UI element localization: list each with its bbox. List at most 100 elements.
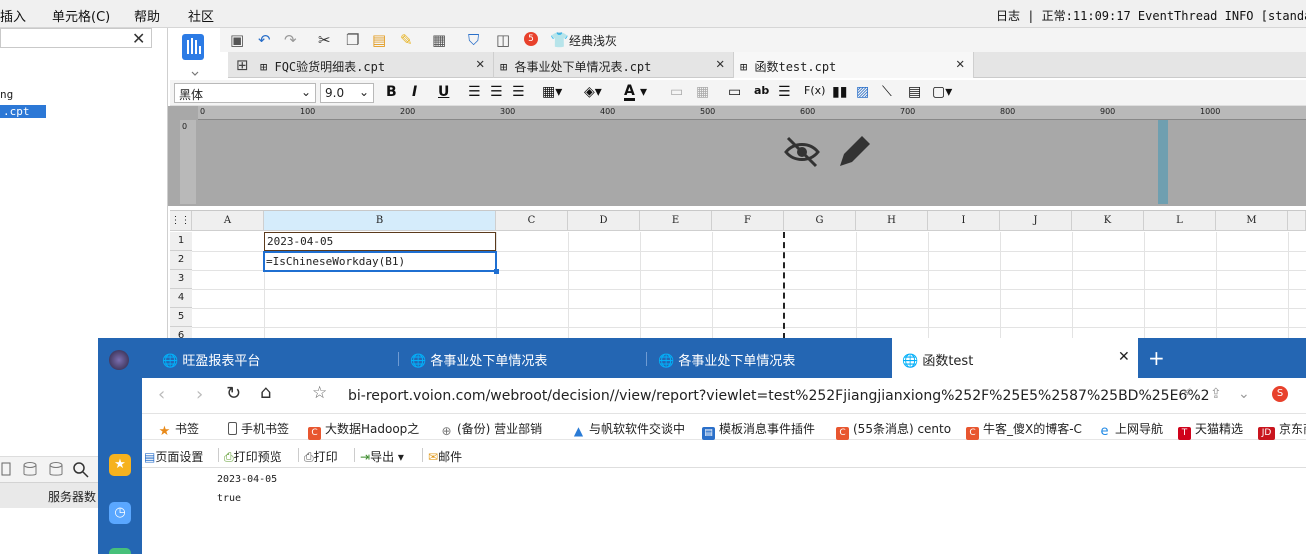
bookmark-item[interactable]: C 牛客_傻X的博客-C — [966, 420, 1082, 440]
column-header-partial[interactable] — [1288, 211, 1306, 231]
tab-list-icon[interactable]: ⊞ — [236, 56, 249, 74]
tab-function-test[interactable]: ⊞ 函数test.cpt ✕ — [734, 52, 974, 78]
align-center-icon[interactable]: ☰ — [490, 84, 503, 100]
split-cell-icon[interactable]: ▦ — [696, 84, 709, 100]
page-boundary-band[interactable] — [1158, 120, 1168, 204]
tab-order-status[interactable]: ⊞ 各事业处下单情况表.cpt ✕ — [494, 52, 734, 78]
chart-icon[interactable]: ▮▮ — [832, 84, 847, 100]
close-icon[interactable]: ✕ — [132, 29, 145, 48]
merge-cell-icon[interactable]: ▭ — [670, 84, 683, 100]
column-header-f[interactable]: F — [712, 211, 784, 231]
column-header-h[interactable]: H — [856, 211, 928, 231]
fill-handle[interactable] — [494, 269, 499, 274]
url-input[interactable]: bi-report.voion.com/webroot/decision//vi… — [348, 388, 1210, 404]
formula-icon[interactable]: F(x) — [804, 84, 825, 97]
bookmark-item[interactable]: ★ 书签 — [158, 420, 199, 438]
row-header[interactable]: 3 — [170, 270, 192, 289]
cell-b2-selected[interactable]: =IsChineseWorkday(B1) — [263, 251, 499, 274]
browser-tab-orders-2[interactable]: 🌐 各事业处下单情况表 — [648, 338, 892, 378]
redo-icon[interactable]: ↷ — [284, 31, 297, 49]
align-right-icon[interactable]: ☰ — [512, 84, 525, 100]
menu-community[interactable]: 社区 — [188, 6, 214, 25]
close-icon[interactable]: ✕ — [956, 56, 964, 72]
favorites-star-icon[interactable]: ★ — [109, 454, 131, 476]
hide-eye-icon[interactable] — [784, 136, 820, 168]
lightning-icon[interactable]: ⚡ — [1182, 386, 1192, 402]
menu-cell[interactable]: 单元格(C) — [52, 6, 110, 25]
bookmark-item[interactable]: C 大数据Hadoop之 — [308, 420, 419, 440]
row-header[interactable]: 4 — [170, 289, 192, 308]
bookmark-item[interactable]: ▤ 模板消息事件插件 — [702, 420, 815, 440]
browser-tab-function-test[interactable]: 🌐 函数test ✕ — [892, 338, 1138, 378]
save-icon[interactable]: ▣ — [230, 31, 244, 49]
tree-search-input[interactable] — [0, 28, 152, 48]
forward-icon[interactable]: › — [196, 384, 203, 405]
close-icon[interactable]: ✕ — [476, 56, 484, 72]
frame-icon[interactable]: ▢▾ — [932, 84, 952, 100]
column-header-g[interactable]: G — [784, 211, 856, 231]
menu-help[interactable]: 帮助 — [134, 6, 160, 25]
sheet-grid[interactable]: ⋮⋮ A B C D E F G H I J K L M 1 2 3 4 5 6… — [170, 210, 1306, 346]
bookmark-star-icon[interactable]: ☆ — [312, 383, 327, 403]
back-icon[interactable]: ‹ — [158, 384, 165, 405]
plugin-icon[interactable]: ⛉ — [468, 31, 479, 49]
sogou-icon[interactable]: S — [1272, 386, 1288, 402]
column-header-k[interactable]: K — [1072, 211, 1144, 231]
theme-label[interactable]: 经典浅灰 — [569, 32, 617, 49]
chevron-down-icon[interactable]: ▾ — [640, 84, 647, 100]
paste-icon[interactable]: ▤ — [372, 31, 386, 49]
chevron-down-icon[interactable]: ⌄ — [1238, 386, 1250, 402]
column-header-l[interactable]: L — [1144, 211, 1216, 231]
diagonal-icon[interactable]: ⟍ — [882, 84, 892, 100]
italic-icon[interactable]: I — [412, 84, 417, 100]
font-color-icon[interactable]: A — [624, 84, 635, 101]
browser-tab-orders-1[interactable]: 🌐 各事业处下单情况表 — [400, 338, 646, 378]
datasource-tool-icons[interactable] — [0, 457, 98, 483]
text-ab-icon[interactable]: ab — [754, 84, 769, 97]
copy-icon[interactable]: ❐ — [346, 31, 359, 49]
preview-icon[interactable]: ◫ — [496, 31, 510, 49]
align-left-icon[interactable]: ☰ — [468, 84, 481, 100]
new-tab-button[interactable]: + — [1148, 346, 1165, 370]
tab-fqc[interactable]: ⊞ FQC验货明细表.cpt ✕ — [258, 52, 494, 78]
column-header-b[interactable]: B — [264, 211, 496, 231]
close-icon[interactable]: ✕ — [1118, 349, 1130, 365]
select-tool-button[interactable] — [170, 28, 218, 78]
browser-tab-platform[interactable]: 🌐 旺盈报表平台 — [142, 338, 392, 378]
bookmark-item[interactable]: e 上网导航 — [1098, 420, 1164, 438]
bookmark-item[interactable]: T 天猫精选 — [1178, 420, 1243, 440]
notification-badge[interactable]: 5 — [524, 32, 538, 46]
theme-shirt-icon[interactable]: 👕 — [550, 31, 569, 49]
sidebar-app-icon[interactable] — [109, 548, 131, 554]
bookmark-item[interactable]: ⊕ (备份) 营业部销 — [440, 420, 542, 438]
column-header-e[interactable]: E — [640, 211, 712, 231]
share-icon[interactable]: ⇪ — [1210, 386, 1222, 402]
bookmark-item[interactable]: ▲ 与帆软软件交谈中 — [572, 420, 685, 438]
column-header-d[interactable]: D — [568, 211, 640, 231]
rich-text-icon[interactable]: ☰ — [778, 84, 791, 100]
bookmark-item[interactable]: JD 京东商 — [1258, 420, 1306, 440]
template-info-icon[interactable]: ▦ — [432, 31, 446, 49]
print-preview-button[interactable]: ⎙打印预览 — [224, 448, 282, 465]
tree-item[interactable]: ng — [0, 88, 13, 101]
email-button[interactable]: ✉邮件 — [428, 448, 462, 465]
subreport-icon[interactable]: ▤ — [908, 84, 921, 100]
select-all-corner[interactable]: ⋮⋮ — [170, 211, 192, 231]
image-icon[interactable]: ▨ — [856, 84, 869, 100]
row-header[interactable]: 1 — [170, 232, 192, 251]
print-button[interactable]: ⎙打印 — [304, 448, 338, 465]
column-header-c[interactable]: C — [496, 211, 568, 231]
history-clock-icon[interactable]: ◷ — [109, 502, 131, 524]
fill-color-icon[interactable]: ◈▾ — [584, 84, 602, 100]
row-header[interactable]: 2 — [170, 251, 192, 270]
bookmark-item[interactable]: C (55条消息) cento — [836, 420, 951, 440]
cell-b1[interactable]: 2023-04-05 — [264, 232, 496, 251]
text-cell-icon[interactable]: ▭ — [728, 84, 741, 100]
pencil-icon[interactable] — [840, 136, 870, 166]
undo-icon[interactable]: ↶ — [258, 31, 271, 49]
export-button[interactable]: ⇥导出 ▾ — [360, 448, 404, 465]
home-icon[interactable]: ⌂ — [260, 382, 271, 403]
row-header[interactable]: 5 — [170, 308, 192, 327]
close-icon[interactable]: ✕ — [716, 56, 724, 72]
column-header-a[interactable]: A — [192, 211, 264, 231]
